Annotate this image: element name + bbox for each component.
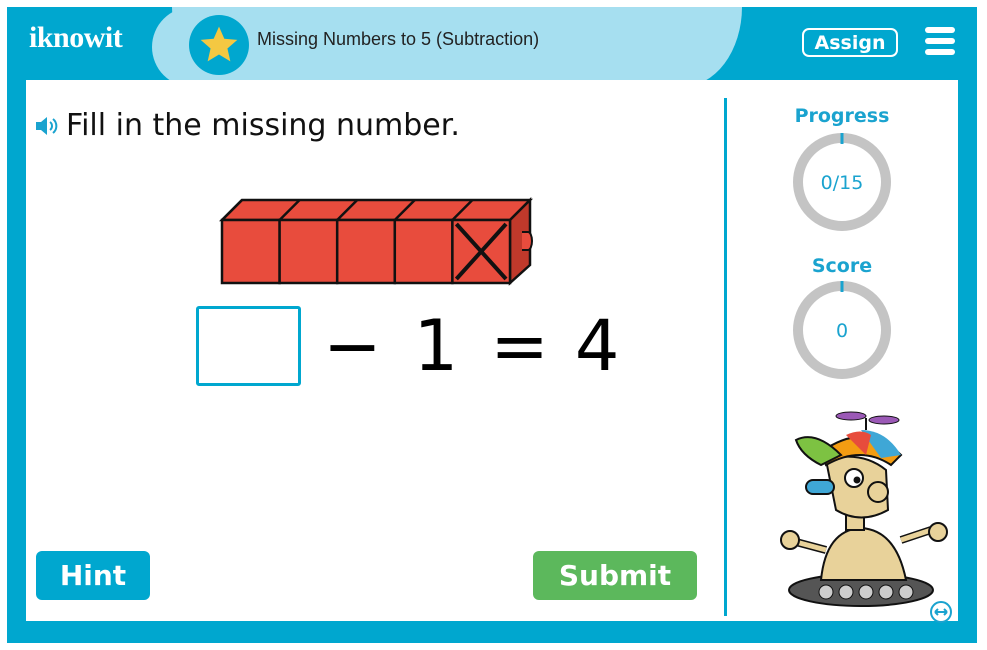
hamburger-menu-icon[interactable] bbox=[925, 27, 955, 57]
activity-title: Missing Numbers to 5 (Subtraction) bbox=[257, 29, 540, 49]
hint-button[interactable]: Hint bbox=[36, 551, 150, 600]
operand: 1 bbox=[413, 305, 461, 387]
answer-input[interactable] bbox=[196, 306, 301, 386]
equals-sign: = bbox=[490, 305, 551, 387]
score-label: Score bbox=[811, 255, 873, 277]
submit-button[interactable]: Submit bbox=[533, 551, 697, 600]
prompt-text: Fill in the missing number. bbox=[66, 108, 460, 143]
cube-block bbox=[393, 218, 454, 285]
top-bar: iknowit Missing Numbers to 5 (Subtractio… bbox=[7, 7, 977, 87]
progress-label: Progress bbox=[794, 105, 890, 127]
question-panel: Fill in the missing number. − 1 = 4 Hint… bbox=[26, 80, 958, 624]
operator: − bbox=[323, 305, 384, 387]
counting-blocks bbox=[218, 196, 534, 286]
cube-block bbox=[220, 218, 281, 285]
score-value: 0 bbox=[835, 320, 849, 342]
swap-arrows-icon[interactable] bbox=[929, 600, 953, 624]
cube-block bbox=[335, 218, 397, 285]
assign-button[interactable]: Assign bbox=[802, 28, 898, 57]
result: 4 bbox=[574, 305, 622, 387]
logo-text: iknowit bbox=[29, 21, 123, 54]
app-frame: iknowit Missing Numbers to 5 (Subtractio… bbox=[7, 7, 977, 643]
sidebar: Progress 0/15 Score 0 bbox=[726, 80, 958, 624]
iknowit-logo[interactable]: iknowit bbox=[29, 21, 123, 55]
robot-mascot-icon bbox=[780, 411, 948, 607]
progress-value: 0/15 bbox=[820, 172, 864, 194]
question-prompt: Fill in the missing number. bbox=[34, 108, 460, 143]
star-icon bbox=[189, 15, 249, 75]
equation: − 1 = 4 bbox=[196, 305, 621, 387]
cube-block bbox=[278, 218, 339, 285]
speaker-icon[interactable] bbox=[34, 114, 62, 138]
